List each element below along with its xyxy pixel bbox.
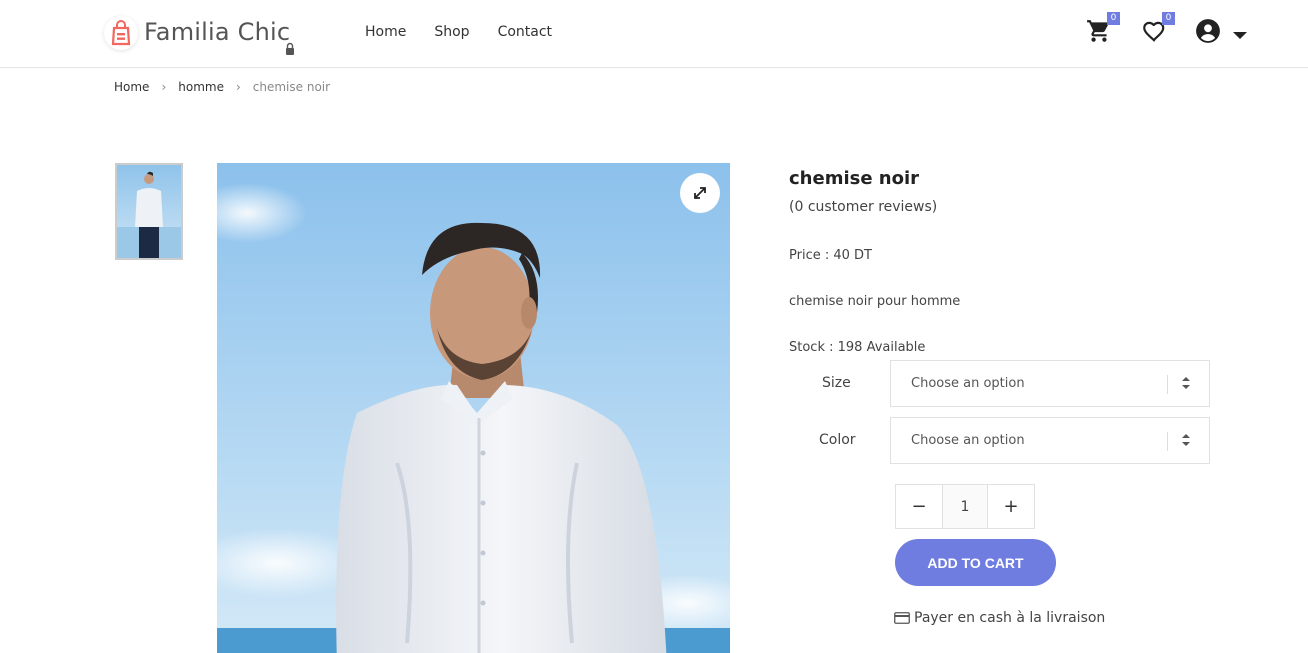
- nav-contact[interactable]: Contact: [498, 24, 552, 40]
- select-divider: [1167, 432, 1168, 451]
- add-to-cart-button[interactable]: ADD TO CART: [895, 539, 1056, 586]
- product-title: chemise noir: [789, 168, 920, 189]
- cart-count-badge: 0: [1107, 12, 1120, 25]
- breadcrumb-category[interactable]: homme: [178, 80, 224, 94]
- account-menu-toggle[interactable]: [1232, 26, 1250, 40]
- product-description: chemise noir pour homme: [789, 294, 961, 309]
- quantity-stepper: − 1 +: [895, 484, 1035, 529]
- shopping-bag-logo-icon: [104, 16, 138, 50]
- expand-icon: [694, 187, 706, 199]
- color-select[interactable]: Choose an option: [890, 417, 1210, 464]
- quantity-input[interactable]: 1: [942, 485, 988, 528]
- breadcrumb-current: chemise noir: [252, 80, 331, 94]
- size-select[interactable]: Choose an option: [890, 360, 1210, 407]
- product-price: Price : 40 DT: [789, 248, 872, 263]
- cash-on-delivery-text: Payer en cash à la livraison: [914, 610, 1106, 626]
- quantity-increase-button[interactable]: +: [988, 485, 1034, 528]
- product-stock: Stock : 198 Available: [789, 340, 926, 355]
- account-button[interactable]: [1195, 18, 1225, 48]
- select-divider: [1167, 375, 1168, 394]
- expand-image-button[interactable]: [680, 173, 720, 213]
- breadcrumb-separator: ›: [235, 80, 241, 94]
- cart-button[interactable]: 0: [1086, 12, 1120, 48]
- wishlist-count-badge: 0: [1162, 12, 1175, 25]
- color-label: Color: [819, 432, 856, 448]
- brand-logo[interactable]: Familia Chic: [104, 14, 304, 58]
- lock-icon: [286, 42, 294, 55]
- nav-home[interactable]: Home: [365, 24, 406, 40]
- color-select-value: Choose an option: [911, 433, 1025, 448]
- product-reviews-count[interactable]: (0 customer reviews): [789, 199, 937, 215]
- sort-arrows-icon: [1182, 434, 1190, 446]
- product-thumbnail[interactable]: [115, 163, 183, 260]
- quantity-decrease-button[interactable]: −: [896, 485, 942, 528]
- site-header: Familia Chic Home Shop Contact 0 0: [0, 0, 1308, 68]
- nav-shop[interactable]: Shop: [434, 24, 469, 40]
- size-label: Size: [822, 375, 851, 391]
- wishlist-button[interactable]: 0: [1141, 12, 1175, 48]
- main-nav: Home Shop Contact: [365, 24, 552, 40]
- credit-card-icon: [894, 612, 910, 624]
- breadcrumb-separator: ›: [161, 80, 167, 94]
- breadcrumb: Home › homme › chemise noir: [114, 80, 330, 94]
- size-select-value: Choose an option: [911, 376, 1025, 391]
- sort-arrows-icon: [1182, 377, 1190, 389]
- breadcrumb-home[interactable]: Home: [114, 80, 149, 94]
- brand-name: Familia Chic: [144, 18, 291, 46]
- user-icon: [1196, 19, 1220, 43]
- product-main-image: [217, 163, 730, 653]
- caret-down-icon: [1233, 32, 1247, 39]
- cash-on-delivery-note: Payer en cash à la livraison: [894, 610, 1105, 626]
